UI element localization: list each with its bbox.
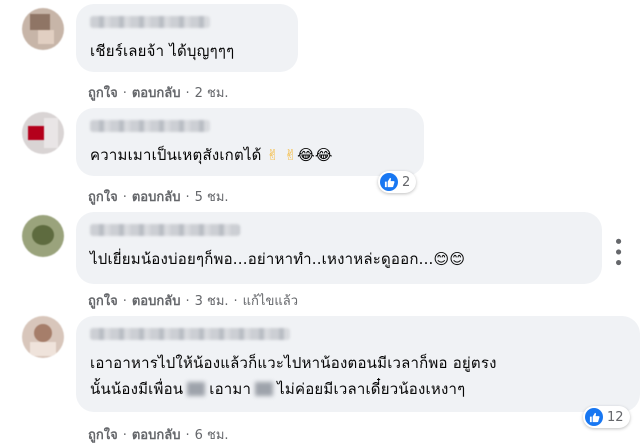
smiling-emoji-icon: 😊	[433, 250, 450, 268]
comment-text-part: นั้นน้องมีเพื่อน	[90, 380, 184, 398]
victory-hand-emoji-icon: ✌	[284, 146, 298, 164]
comment-text-line: เอาอาหารไปให้น้องแล้วก็แวะไปหาน้องตอนมีเ…	[90, 354, 497, 372]
avatar[interactable]	[22, 112, 64, 154]
reply-link[interactable]: ตอบกลับ	[132, 294, 181, 309]
comment-actions: ถูกใจ · ตอบกลับ · 3 ชม. · แก้ไขแล้ว	[88, 294, 298, 309]
comment-bubble: เอาอาหารไปให้น้องแล้วก็แวะไปหาน้องตอนมีเ…	[76, 316, 640, 412]
like-link[interactable]: ถูกใจ	[88, 190, 118, 205]
reaction-count: 2	[402, 174, 411, 190]
comment-text: ความเมาเป็นเหตุสังเกตได้ ✌ ✌😂😂	[90, 142, 410, 168]
comment-actions: ถูกใจ · ตอบกลับ · 5 ชม.	[88, 190, 229, 205]
more-options-icon[interactable]: •••	[607, 236, 628, 268]
commenter-name[interactable]	[90, 224, 240, 236]
reply-link[interactable]: ตอบกลับ	[132, 190, 181, 205]
commenter-name[interactable]	[90, 16, 210, 28]
reaction-count: 12	[607, 409, 624, 425]
comment-bubble: ความเมาเป็นเหตุสังเกตได้ ✌ ✌😂😂	[76, 108, 424, 176]
thumbs-up-icon	[585, 408, 603, 426]
reaction-count-badge[interactable]: 12	[583, 406, 630, 428]
timestamp[interactable]: 3 ชม.	[195, 294, 229, 309]
like-link[interactable]: ถูกใจ	[88, 294, 118, 309]
censored-word	[187, 382, 206, 396]
avatar[interactable]	[22, 8, 64, 50]
comment-text-part: เอามา	[209, 380, 252, 398]
avatar[interactable]	[22, 215, 64, 257]
tears-of-joy-emoji-icon: 😂	[297, 146, 315, 164]
reply-link[interactable]: ตอบกลับ	[132, 86, 181, 101]
avatar[interactable]	[22, 316, 64, 358]
timestamp[interactable]: 2 ชม.	[195, 86, 229, 101]
victory-hand-emoji-icon: ✌	[266, 146, 280, 164]
smiling-emoji-icon: 😊	[449, 250, 466, 268]
reply-link[interactable]: ตอบกลับ	[132, 428, 181, 443]
comment-text: ไปเยี่ยมน้องบ่อยๆก็พอ...อย่าหาทำ..เหงาหล…	[90, 246, 588, 272]
tears-of-joy-emoji-icon: 😂	[314, 146, 333, 164]
reaction-count-badge[interactable]: 2	[378, 171, 417, 193]
comment-text: เชียร์เลยจ้า ได้บุญๆๆๆ	[90, 42, 235, 60]
timestamp[interactable]: 5 ชม.	[195, 190, 229, 205]
comment-text-part: ไม่ค่อยมีเวลาเดี๋ยวน้องเหงาๆ	[277, 380, 466, 398]
comment-text-line: นั้นน้องมีเพื่อน เอามา ไม่ค่อยมีเวลาเดี๋ยว…	[90, 376, 626, 402]
edited-label[interactable]: แก้ไขแล้ว	[243, 294, 298, 309]
like-link[interactable]: ถูกใจ	[88, 428, 118, 443]
commenter-name[interactable]	[90, 328, 290, 340]
censored-word	[255, 382, 274, 396]
thumbs-up-icon	[380, 173, 398, 191]
comment-actions: ถูกใจ · ตอบกลับ · 2 ชม.	[88, 86, 229, 101]
comment-bubble: เชียร์เลยจ้า ได้บุญๆๆๆ	[76, 4, 298, 72]
comment-text-body: ไปเยี่ยมน้องบ่อยๆก็พอ...อย่าหาทำ..เหงาหล…	[90, 250, 434, 268]
comment-bubble: ไปเยี่ยมน้องบ่อยๆก็พอ...อย่าหาทำ..เหงาหล…	[76, 212, 602, 284]
like-link[interactable]: ถูกใจ	[88, 86, 118, 101]
comment-actions: ถูกใจ · ตอบกลับ · 6 ชม.	[88, 428, 229, 443]
commenter-name[interactable]	[90, 120, 210, 132]
timestamp[interactable]: 6 ชม.	[195, 428, 229, 443]
comment-text-body: ความเมาเป็นเหตุสังเกตได้	[90, 146, 262, 164]
